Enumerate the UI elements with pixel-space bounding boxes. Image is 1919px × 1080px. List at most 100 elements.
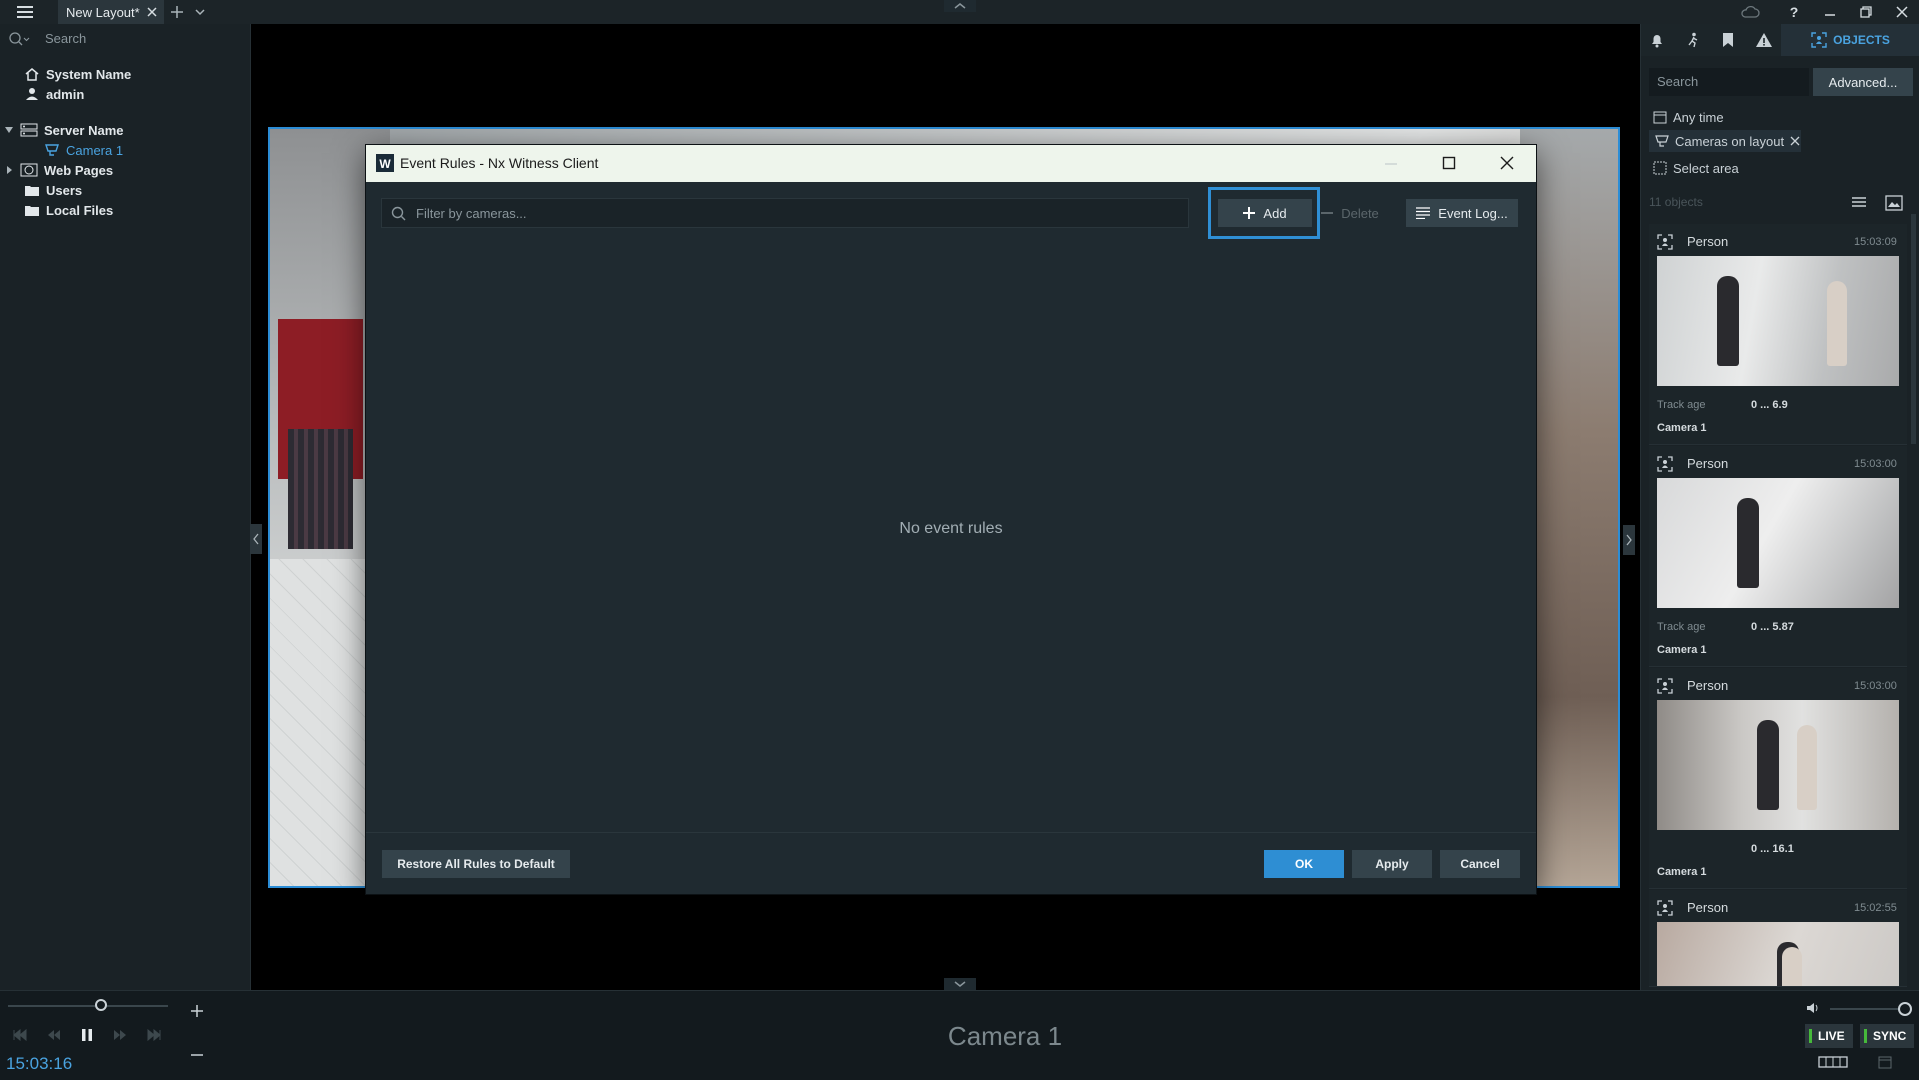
object-time: 15:03:00	[1854, 680, 1897, 692]
object-card[interactable]: Person 15:03:00 Track age 0 ... 5.87 Camera …	[1649, 446, 1907, 667]
speed-slider-track[interactable]	[8, 1005, 168, 1007]
person-figure	[1827, 281, 1847, 366]
collapse-right-panel-icon[interactable]	[1623, 525, 1635, 555]
list-view-icon[interactable]	[1851, 196, 1867, 210]
bell-icon[interactable]	[1649, 32, 1665, 48]
expand-arrow-icon[interactable]	[4, 125, 14, 135]
collapse-bottom-icon[interactable]	[944, 978, 976, 990]
tab-objects[interactable]: OBJECTS	[1781, 24, 1919, 56]
tree-item-server[interactable]: Server Name	[4, 120, 124, 140]
collapse-left-panel-icon[interactable]	[250, 524, 262, 554]
ok-label: OK	[1295, 857, 1313, 871]
object-camera: Camera 1	[1657, 866, 1707, 878]
cancel-label: Cancel	[1460, 857, 1500, 871]
person-detect-icon	[1657, 900, 1673, 916]
dialog-title-bar[interactable]: W Event Rules - Nx Witness Client	[366, 145, 1536, 182]
sync-label: SYNC	[1873, 1029, 1907, 1043]
calendar-icon	[1653, 110, 1667, 124]
motion-icon[interactable]	[1685, 32, 1701, 48]
speed-slider-handle[interactable]	[95, 999, 107, 1011]
step-back-icon[interactable]	[46, 1029, 62, 1041]
chevron-down-icon[interactable]	[194, 6, 206, 18]
person-figure	[1797, 725, 1817, 810]
tab-objects-label: OBJECTS	[1833, 33, 1890, 47]
volume-icon[interactable]	[1806, 1001, 1822, 1015]
object-thumbnail[interactable]	[1657, 700, 1899, 830]
resource-search[interactable]: Search	[0, 24, 250, 54]
restore-defaults-button[interactable]: Restore All Rules to Default	[382, 850, 570, 878]
object-type: Person	[1687, 456, 1729, 471]
tree-item-system[interactable]: System Name	[24, 64, 131, 84]
minus-icon	[1321, 207, 1334, 219]
tree-item-user[interactable]: admin	[24, 84, 84, 104]
tree-item-local-files[interactable]: Local Files	[24, 200, 113, 220]
step-forward-icon[interactable]	[112, 1029, 128, 1041]
object-card[interactable]: Person 15:02:55	[1649, 890, 1907, 987]
advanced-button[interactable]: Advanced...	[1813, 68, 1913, 96]
zoom-out-icon[interactable]	[190, 1048, 204, 1062]
filter-by-cameras-input[interactable]: Filter by cameras...	[381, 198, 1189, 228]
object-thumbnail[interactable]	[1657, 256, 1899, 386]
zoom-in-icon[interactable]	[190, 1004, 204, 1018]
menu-icon[interactable]	[16, 4, 34, 20]
timeline-icon[interactable]	[1818, 1055, 1848, 1069]
tree-item-web-pages[interactable]: Web Pages	[4, 160, 113, 180]
pause-icon[interactable]	[80, 1028, 94, 1042]
thumbnail-view-icon[interactable]	[1885, 195, 1903, 211]
restore-icon[interactable]	[1848, 0, 1884, 24]
objects-search-input[interactable]: Search	[1649, 68, 1809, 96]
cancel-button[interactable]: Cancel	[1440, 850, 1520, 878]
add-tab-icon[interactable]	[170, 5, 184, 19]
cloud-icon[interactable]	[1732, 0, 1768, 24]
delete-button[interactable]: Delete	[1312, 199, 1388, 227]
track-age-key: Track age	[1657, 399, 1706, 411]
tree-item-users[interactable]: Users	[24, 180, 82, 200]
tree-item-camera[interactable]: Camera 1	[44, 140, 123, 160]
expand-right-icon[interactable]	[4, 165, 14, 175]
object-card[interactable]: Person 15:03:09 Track age 0 ... 6.9 Camera 1	[1649, 224, 1907, 445]
advanced-label: Advanced...	[1828, 74, 1898, 90]
object-type: Person	[1687, 678, 1729, 693]
camera-filter-chip[interactable]: Cameras on layout	[1649, 130, 1801, 152]
object-thumbnail[interactable]	[1657, 922, 1899, 986]
event-log-button[interactable]: Event Log...	[1406, 199, 1518, 227]
select-area-icon	[1653, 161, 1667, 175]
calendar-toggle-icon[interactable]	[1878, 1055, 1892, 1069]
close-tab-icon[interactable]	[146, 6, 158, 18]
alert-icon[interactable]	[1755, 32, 1773, 48]
apply-button[interactable]: Apply	[1352, 850, 1432, 878]
skip-forward-icon[interactable]	[146, 1029, 162, 1041]
right-panel-tabs: OBJECTS	[1641, 24, 1919, 56]
dialog-maximize-icon[interactable]	[1442, 156, 1456, 170]
volume-slider[interactable]	[1830, 1008, 1900, 1010]
volume-handle[interactable]	[1898, 1002, 1912, 1016]
track-age-key: Track age	[1657, 621, 1706, 633]
object-card[interactable]: Person 15:03:00 0 ... 16.1 Camera 1	[1649, 668, 1907, 889]
bookmark-icon[interactable]	[1721, 32, 1735, 48]
track-age-value: 0 ... 6.9	[1751, 399, 1788, 411]
area-filter[interactable]: Select area	[1653, 158, 1739, 178]
tab-new-layout[interactable]: New Layout*	[58, 0, 164, 24]
add-button[interactable]: Add	[1218, 199, 1312, 227]
object-thumbnail[interactable]	[1657, 478, 1899, 608]
user-label: admin	[46, 86, 85, 102]
filter-search-icon	[391, 206, 407, 222]
ok-button[interactable]: OK	[1264, 850, 1344, 878]
camera-icon	[44, 143, 60, 157]
minimize-icon[interactable]	[1812, 0, 1848, 24]
object-time: 15:03:00	[1854, 458, 1897, 470]
dialog-close-icon[interactable]	[1500, 156, 1514, 170]
skip-back-icon[interactable]	[12, 1029, 28, 1041]
server-label: Server Name	[44, 122, 124, 138]
help-icon[interactable]: ?	[1776, 0, 1812, 24]
remove-filter-icon[interactable]	[1790, 136, 1800, 146]
scrollbar[interactable]	[1911, 214, 1916, 444]
restore-defaults-label: Restore All Rules to Default	[397, 857, 555, 871]
search-icon	[8, 31, 30, 47]
collapse-top-icon[interactable]	[944, 0, 976, 12]
live-button[interactable]: LIVE	[1805, 1024, 1853, 1048]
objects-search-placeholder: Search	[1657, 74, 1699, 89]
time-filter[interactable]: Any time	[1653, 107, 1724, 127]
close-icon[interactable]	[1884, 0, 1919, 24]
sync-button[interactable]: SYNC	[1860, 1024, 1915, 1048]
